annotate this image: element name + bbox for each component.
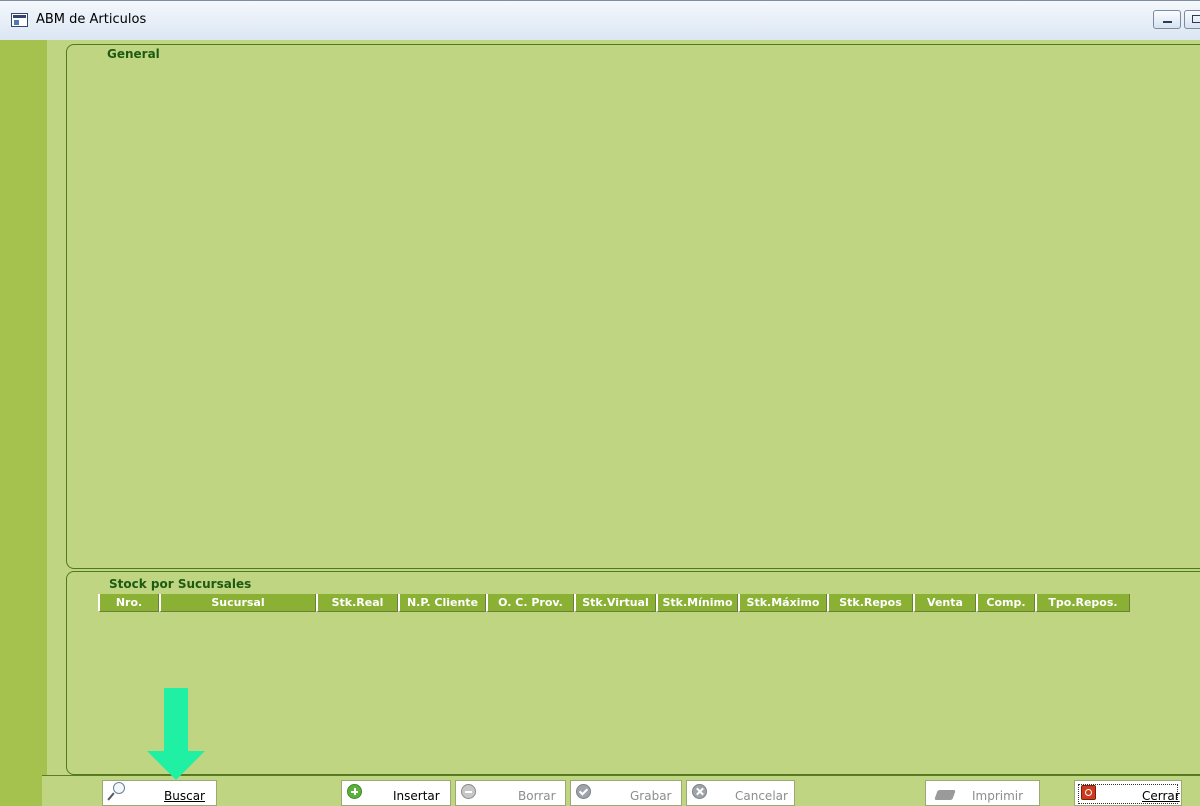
- plus-icon: [347, 784, 362, 799]
- power-icon: [1081, 785, 1096, 800]
- check-icon: [576, 784, 591, 799]
- minimize-button[interactable]: [1153, 10, 1181, 29]
- general-title: General: [107, 47, 160, 61]
- cancel-x-icon: [692, 784, 707, 799]
- search-icon: [113, 782, 125, 794]
- annotation-arrow-shaft: [164, 688, 188, 752]
- column-header-stk-maximo[interactable]: Stk.Máximo: [738, 594, 827, 612]
- restore-button[interactable]: [1184, 10, 1200, 29]
- general-group: [66, 44, 1200, 569]
- grabar-button[interactable]: Grabar: [570, 780, 682, 806]
- annotation-arrow-head: [147, 751, 205, 780]
- minus-icon: [461, 784, 476, 799]
- grabar-label: Grabar: [630, 789, 672, 803]
- insertar-button[interactable]: Insertar: [341, 780, 451, 806]
- column-header-sucursal[interactable]: Sucursal: [159, 594, 316, 612]
- insertar-label: Insertar: [393, 789, 440, 803]
- column-header-stk-repos[interactable]: Stk.Repos: [827, 594, 913, 612]
- borrar-label: Borrar: [518, 789, 556, 803]
- title-bar[interactable]: ABM de Articulos: [0, 0, 1200, 40]
- column-header-comp[interactable]: Comp.: [976, 594, 1035, 612]
- column-header-venta[interactable]: Venta: [913, 594, 976, 612]
- printer-icon: [934, 790, 956, 800]
- cancelar-button[interactable]: Cancelar: [686, 780, 795, 806]
- column-header-np-cliente[interactable]: N.P. Cliente: [398, 594, 486, 612]
- column-header-oc-prov[interactable]: O. C. Prov.: [486, 594, 574, 612]
- buscar-button[interactable]: Buscar: [102, 780, 217, 806]
- column-header-stk-virtual[interactable]: Stk.Virtual: [574, 594, 656, 612]
- window-title: ABM de Articulos: [36, 12, 147, 27]
- left-strip: [0, 40, 47, 806]
- imprimir-button[interactable]: Imprimir: [925, 780, 1040, 806]
- imprimir-label: Imprimir: [972, 789, 1024, 803]
- app-window-icon: [11, 13, 28, 27]
- search-handle-icon: [107, 792, 115, 801]
- column-header-stk-minimo[interactable]: Stk.Mínimo: [656, 594, 738, 612]
- column-header-tpo-repos[interactable]: Tpo.Repos.: [1035, 594, 1130, 612]
- stock-title: Stock por Sucursales: [109, 577, 252, 591]
- cerrar-label: Cerrar: [1142, 789, 1180, 803]
- column-header-nro[interactable]: Nro.: [98, 594, 159, 612]
- cancelar-label: Cancelar: [735, 789, 788, 803]
- borrar-button[interactable]: Borrar: [455, 780, 566, 806]
- buscar-label: Buscar: [164, 789, 205, 803]
- column-header-stk-real[interactable]: Stk.Real: [316, 594, 398, 612]
- cerrar-button[interactable]: Cerrar: [1074, 780, 1182, 806]
